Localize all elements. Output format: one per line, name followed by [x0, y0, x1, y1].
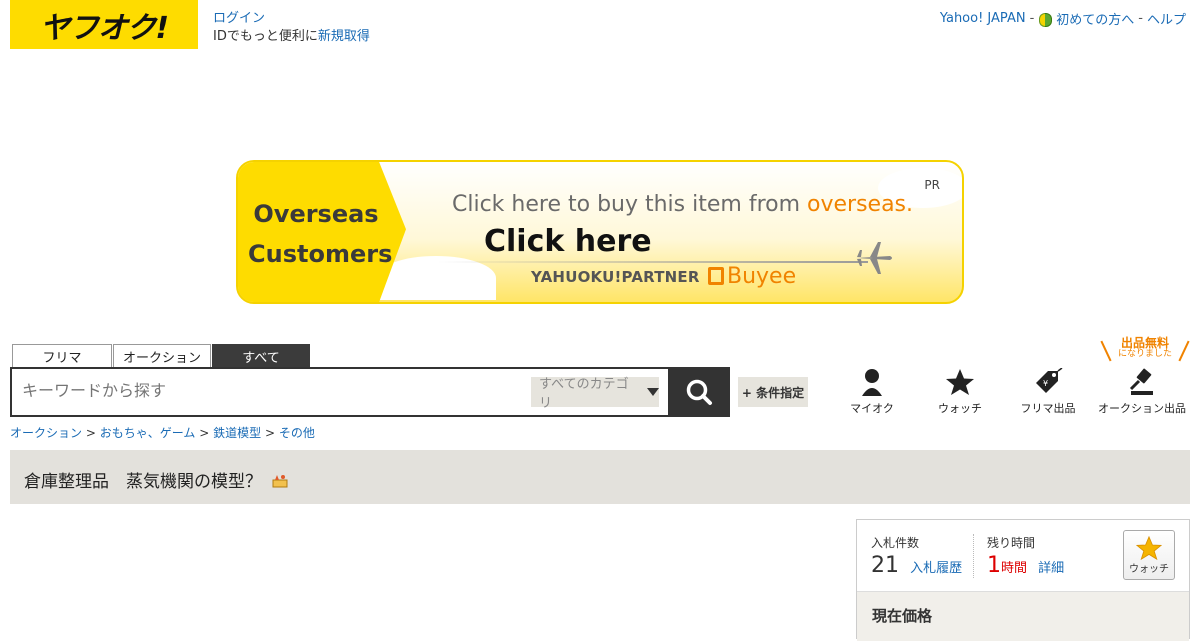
banner-left-line1: Overseas: [253, 200, 379, 228]
tab-auction[interactable]: オークション: [113, 344, 211, 368]
bid-count-block: 入札件数 21 入札履歴: [871, 534, 962, 578]
breadcrumb-item[interactable]: オークション: [10, 426, 82, 440]
current-price-header: 現在価格: [857, 591, 1189, 641]
tab-all[interactable]: すべて: [212, 344, 310, 368]
shortcut-label: ウォッチ: [938, 402, 982, 415]
breadcrumb-separator: >: [264, 426, 276, 440]
separator: -: [1138, 11, 1143, 26]
star-icon: [946, 369, 974, 395]
time-left-unit: 時間: [1001, 561, 1028, 576]
logo-text: ヤフオク!: [39, 10, 169, 46]
new-item-icon: [272, 475, 288, 488]
item-title: 倉庫整理品 蒸気機関の模型？: [24, 467, 289, 492]
shortcut-nav: マイオク ウォッチ ¥ フリマ出品 オークション出品: [828, 366, 1192, 416]
price-tag-icon: ¥: [1036, 368, 1063, 393]
bid-info-panel: 入札件数 21 入札履歴 残り時間 1時間 詳細 ウォッチ 現在価格: [856, 519, 1190, 641]
watch-button-label: ウォッチ: [1129, 563, 1169, 575]
svg-text:¥: ¥: [1043, 379, 1048, 388]
beginner-leaf-icon: [1038, 12, 1053, 27]
tab-flea-market[interactable]: フリマ: [12, 344, 112, 368]
watch-button[interactable]: ウォッチ: [1123, 530, 1175, 580]
bid-history-link[interactable]: 入札履歴: [910, 561, 962, 576]
id-promo-text: IDでもっと便利に: [213, 29, 318, 44]
item-title-bar: 倉庫整理品 蒸気機関の模型？: [10, 450, 1190, 504]
time-left-label: 残り時間: [987, 536, 1036, 550]
register-link[interactable]: 新規取得: [318, 29, 370, 44]
shortcut-label: フリマ出品: [1020, 402, 1076, 415]
shortcut-flea-listing[interactable]: ¥ フリマ出品: [1004, 366, 1092, 416]
shortcut-label: オークション出品: [1098, 402, 1186, 415]
pr-label: PR: [924, 178, 940, 192]
breadcrumb-separator: >: [85, 426, 96, 440]
free-listing-badge: 出品無料 になりました: [1105, 337, 1185, 360]
jet-trail: [438, 261, 868, 263]
star-icon: [1136, 535, 1162, 560]
breadcrumb-item[interactable]: 鉄道模型: [213, 426, 261, 440]
banner-left-line2: Customers: [248, 240, 393, 268]
shortcut-watch[interactable]: ウォッチ: [916, 366, 1004, 416]
advanced-search-button[interactable]: + 条件指定: [738, 377, 808, 407]
separator: -: [1029, 11, 1035, 26]
buyee-logo: Buyee: [708, 264, 796, 289]
search-icon: [686, 379, 712, 405]
person-icon: [862, 369, 882, 396]
shortcut-my-auction[interactable]: マイオク: [828, 366, 916, 416]
breadcrumb: オークション > おもちゃ、ゲーム > 鉄道模型 > その他: [10, 424, 315, 441]
gavel-icon: [1129, 368, 1153, 395]
search-button[interactable]: [668, 367, 730, 417]
search-input[interactable]: [22, 381, 522, 400]
breadcrumb-item[interactable]: その他: [279, 426, 315, 440]
banner-headline: Click here to buy this item from oversea…: [452, 192, 914, 217]
airplane-icon: [856, 242, 892, 274]
category-select[interactable]: すべてのカテゴリ: [531, 377, 659, 411]
bid-count-value: 21: [871, 553, 899, 578]
banner-partner: YAHUOKU!PARTNER: [531, 268, 700, 286]
bid-count-label: 入札件数: [871, 536, 920, 550]
search-tabs: フリマ オークション すべて: [12, 344, 310, 368]
beginners-link[interactable]: 初めての方へ: [1056, 9, 1134, 28]
login-block: ログイン IDでもっと便利に新規取得: [213, 10, 370, 46]
banner-click-here[interactable]: Click here: [484, 224, 652, 259]
top-links: Yahoo! JAPAN - 初めての方へ - ヘルプ: [940, 9, 1186, 28]
shortcut-auction-listing[interactable]: オークション出品: [1092, 366, 1192, 416]
category-select-label: すべてのカテゴリ: [539, 377, 629, 411]
dropdown-arrow-icon: [647, 388, 659, 396]
breadcrumb-item[interactable]: おもちゃ、ゲーム: [100, 426, 196, 440]
yahuoku-logo[interactable]: ヤフオク!: [10, 0, 198, 49]
search-box: すべてのカテゴリ: [10, 367, 670, 417]
time-left-block: 残り時間 1時間 詳細: [987, 534, 1064, 578]
time-left-value: 1: [987, 553, 1001, 578]
current-price-label: 現在価格: [872, 607, 933, 625]
help-link[interactable]: ヘルプ: [1147, 9, 1186, 28]
shortcut-label: マイオク: [850, 402, 894, 415]
login-link[interactable]: ログイン: [213, 10, 370, 28]
breadcrumb-separator: >: [199, 426, 210, 440]
time-details-link[interactable]: 詳細: [1038, 561, 1064, 576]
buyee-bag-icon: [708, 267, 724, 285]
divider: [973, 534, 974, 578]
banner-left-panel: Overseas Customers: [238, 162, 406, 302]
yahoo-japan-link[interactable]: Yahoo! JAPAN: [940, 11, 1026, 26]
banner-highlight: overseas.: [807, 192, 914, 217]
overseas-buyee-banner[interactable]: Overseas Customers Click here to buy thi…: [236, 160, 964, 304]
